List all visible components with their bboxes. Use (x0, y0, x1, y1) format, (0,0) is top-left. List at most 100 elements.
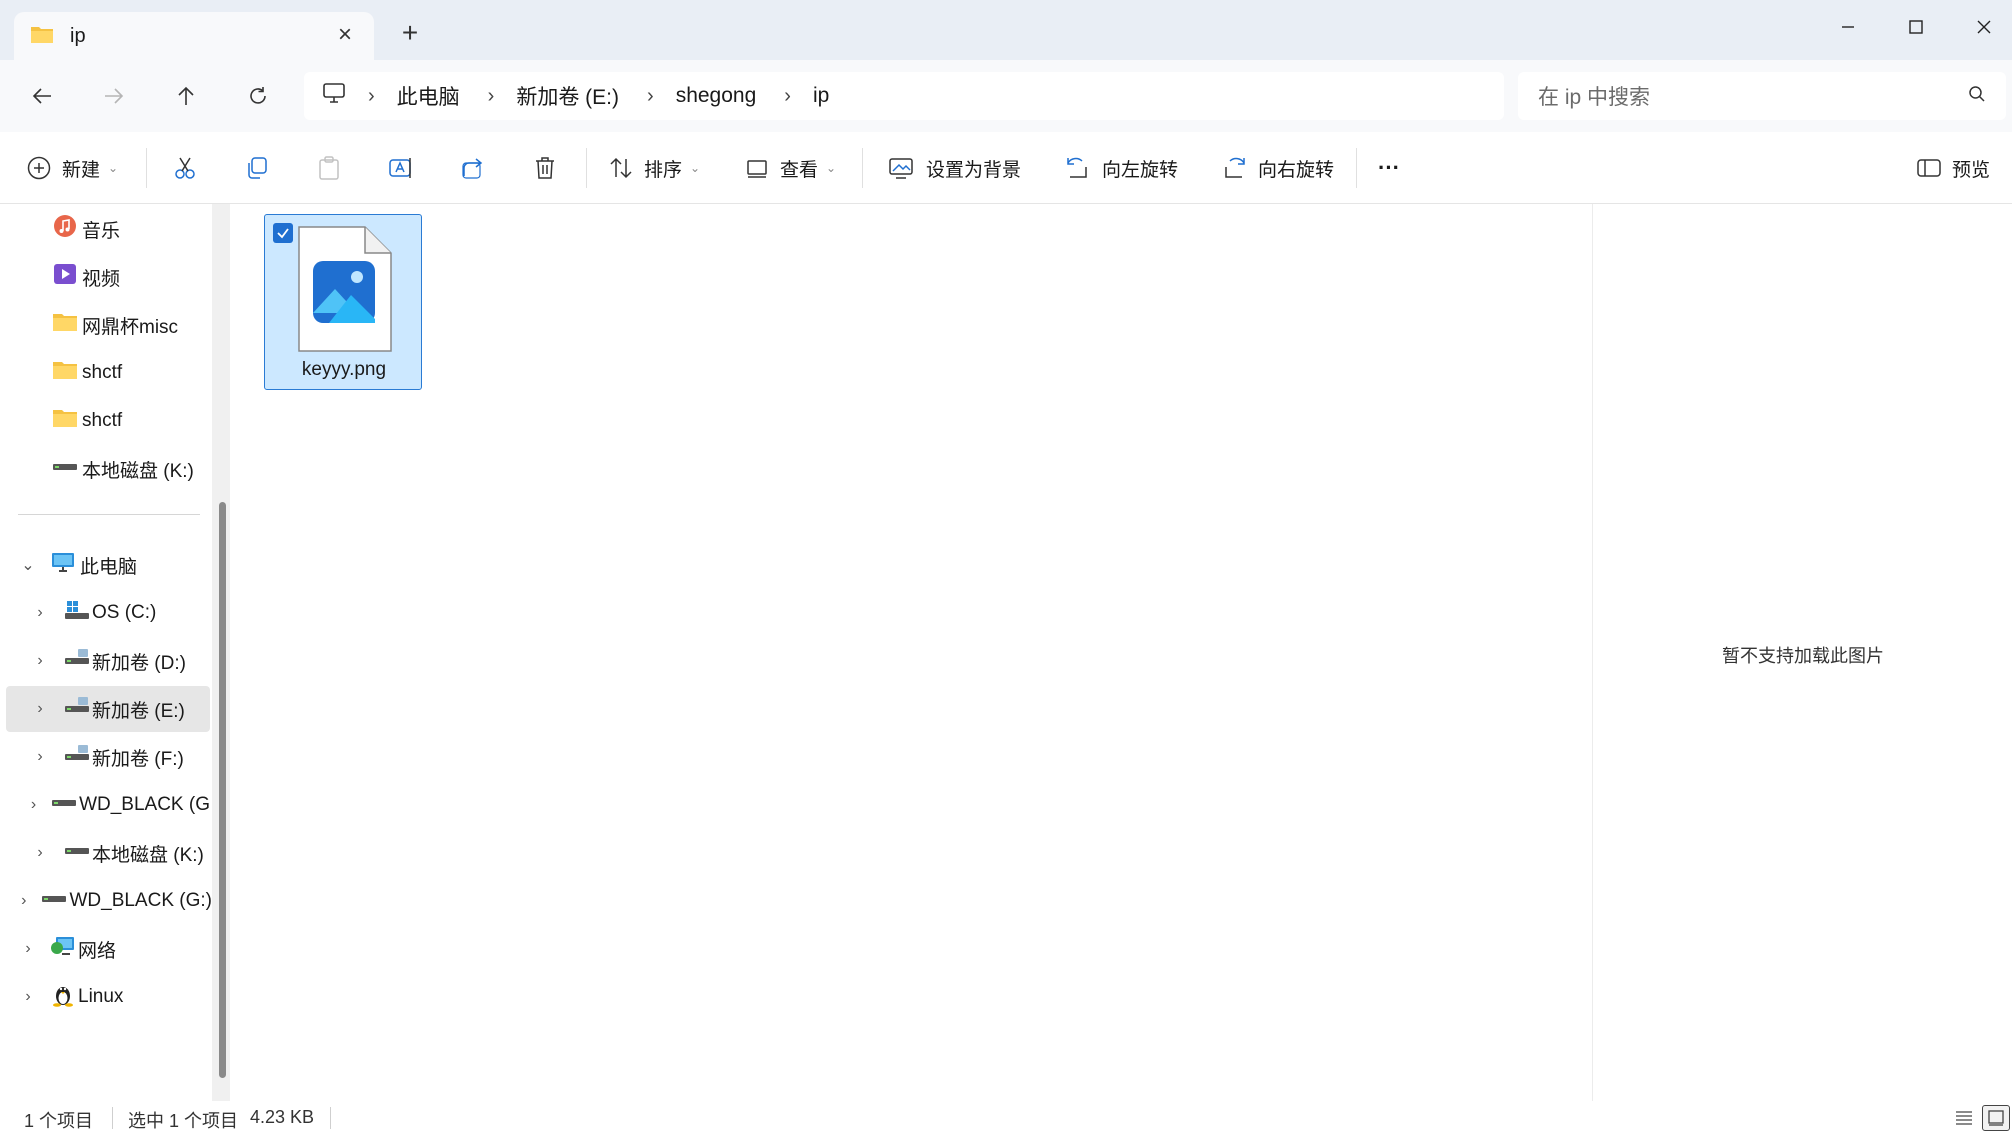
chevron-right-icon[interactable]: › (30, 796, 37, 814)
sidebar-item-video[interactable]: 视频 (52, 254, 255, 300)
tiles-view-icon (1988, 1110, 2004, 1126)
sidebar-divider (18, 514, 200, 515)
rotate-right-icon (1225, 157, 1245, 178)
sidebar-item-label: Linux (78, 986, 124, 1007)
chevron-right-icon[interactable]: › (18, 940, 38, 958)
sidebar-item-linux[interactable]: › Linux (18, 974, 212, 1020)
divider (586, 148, 587, 188)
divider (146, 148, 147, 188)
sidebar-item-music[interactable]: 音乐 (52, 206, 255, 252)
sort-button[interactable]: 排序 ⌄ (608, 132, 700, 204)
navigation-bar: › 此电脑 › 新加卷 (E:) › shegong › ip 在 ip 中搜索 (0, 60, 2012, 132)
sidebar-item-drive-f[interactable]: › 新加卷 (F:) (30, 734, 210, 780)
cut-button[interactable] (172, 132, 198, 204)
rename-button[interactable] (388, 132, 414, 204)
item-count: 1 个项目 (24, 1111, 94, 1131)
up-button[interactable] (168, 78, 204, 114)
sidebar-item-drive-c[interactable]: › OS (C:) (30, 590, 210, 636)
share-button[interactable] (460, 132, 486, 204)
folder-icon (52, 359, 78, 387)
chevron-right-icon[interactable]: › (30, 652, 50, 670)
chevron-right-icon[interactable]: › (30, 700, 50, 718)
sidebar-scroll-thumb[interactable] (219, 502, 226, 1078)
chevron-down-icon: ⌄ (690, 161, 701, 175)
search-input[interactable]: 在 ip 中搜索 (1538, 81, 1968, 111)
close-window-button[interactable] (1962, 10, 2006, 44)
sidebar-item-label: shctf (82, 362, 123, 383)
sidebar-item-network[interactable]: › 网络 (18, 926, 212, 972)
breadcrumb-drive-e[interactable]: › 新加卷 (E:) (488, 81, 647, 111)
minimize-button[interactable] (1826, 10, 1870, 44)
maximize-button[interactable] (1894, 10, 1938, 44)
preview-label: 预览 (1952, 159, 1991, 181)
sidebar-item-label: 本地磁盘 (K:) (82, 460, 194, 482)
delete-button[interactable] (532, 132, 558, 204)
command-bar: 新建 ⌄ 排序 ⌄ 查看 ⌄ 设置为背景 向左旋转 向右旋转 ··· 预览 (0, 132, 2012, 204)
breadcrumb-pc[interactable]: › 此电脑 (368, 81, 488, 111)
more-options-button[interactable]: ··· (1378, 132, 1400, 204)
sidebar-item-shctf[interactable]: shctf (52, 350, 255, 396)
rotate-left-button[interactable]: 向左旋转 (1064, 132, 1178, 204)
copy-button[interactable] (244, 132, 270, 204)
network-icon (50, 934, 76, 964)
paste-button[interactable] (316, 132, 342, 204)
forward-button[interactable] (96, 78, 132, 114)
preview-pane-button[interactable]: 预览 (1916, 132, 1990, 204)
back-button[interactable] (24, 78, 60, 114)
music-icon (52, 213, 78, 245)
chevron-right-icon[interactable]: › (18, 892, 29, 910)
sidebar-item-label: shctf (82, 410, 123, 431)
search-box[interactable]: 在 ip 中搜索 (1518, 72, 2006, 120)
divider (862, 148, 863, 188)
chevron-right-icon[interactable]: › (30, 844, 50, 862)
trash-icon (536, 157, 554, 179)
sidebar-item-drive-k[interactable]: › 本地磁盘 (K:) (30, 830, 210, 876)
sidebar-item-drive-g[interactable]: › WD_BLACK (G (30, 782, 210, 828)
sidebar-item-wangdingbei-misc[interactable]: 网鼎杯misc (52, 302, 255, 348)
tab-ip[interactable]: ip × (14, 12, 374, 60)
chevron-right-icon[interactable]: › (30, 604, 50, 622)
sidebar-item-wd-black-g[interactable]: › WD_BLACK (G:) (18, 878, 212, 924)
close-tab-button[interactable]: × (334, 23, 356, 47)
arrow-left-icon (32, 88, 51, 104)
chevron-down-icon: ⌄ (826, 161, 837, 175)
address-bar[interactable]: › 此电脑 › 新加卷 (E:) › shegong › ip (304, 72, 1504, 120)
rotate-right-button[interactable]: 向右旋转 (1220, 132, 1334, 204)
desktop-background-icon (889, 158, 913, 179)
sidebar-item-this-pc[interactable]: ⌄ 此电脑 (18, 542, 208, 588)
close-icon (1977, 20, 1991, 34)
sidebar-item-shctf-2[interactable]: shctf (52, 398, 255, 444)
linux-icon (50, 981, 76, 1013)
checkbox-checked-icon[interactable] (273, 223, 293, 243)
breadcrumb-ip[interactable]: › ip (784, 84, 857, 108)
chevron-right-icon: › (368, 84, 375, 107)
breadcrumb-shegong[interactable]: › shegong (647, 84, 784, 108)
monitor-icon (322, 82, 346, 110)
minimize-icon (1842, 26, 1854, 28)
drive-icon (52, 456, 78, 482)
new-tab-button[interactable]: + (396, 19, 424, 48)
title-bar: ip × + (0, 0, 2012, 60)
details-view-button[interactable] (1950, 1105, 1978, 1131)
sidebar-item-drive-e[interactable]: › 新加卷 (E:) (6, 686, 210, 732)
tiles-view-button[interactable] (1982, 1105, 2010, 1131)
image-file-icon (298, 226, 392, 352)
view-button[interactable]: 查看 ⌄ (744, 132, 836, 204)
rotate-left-label: 向左旋转 (1102, 159, 1179, 181)
sidebar-item-label: OS (C:) (92, 602, 157, 623)
selection-size: 4.23 KB (250, 1107, 315, 1127)
chevron-right-icon[interactable]: › (30, 748, 50, 766)
divider (1356, 148, 1357, 188)
new-button[interactable]: 新建 ⌄ (26, 132, 118, 204)
divider (112, 1107, 113, 1129)
sort-label: 排序 (644, 159, 683, 181)
chevron-down-icon[interactable]: ⌄ (18, 555, 38, 575)
sidebar-item-drive-d[interactable]: › 新加卷 (D:) (30, 638, 210, 684)
refresh-button[interactable] (240, 78, 276, 114)
set-background-button[interactable]: 设置为背景 (888, 132, 1021, 204)
file-item[interactable]: keyyy.png (264, 214, 422, 390)
sidebar-item-local-disk-k[interactable]: 本地磁盘 (K:) (52, 446, 255, 492)
chevron-right-icon[interactable]: › (18, 988, 38, 1006)
file-list[interactable]: keyyy.png (238, 204, 1592, 1101)
drive-icon (64, 743, 90, 771)
